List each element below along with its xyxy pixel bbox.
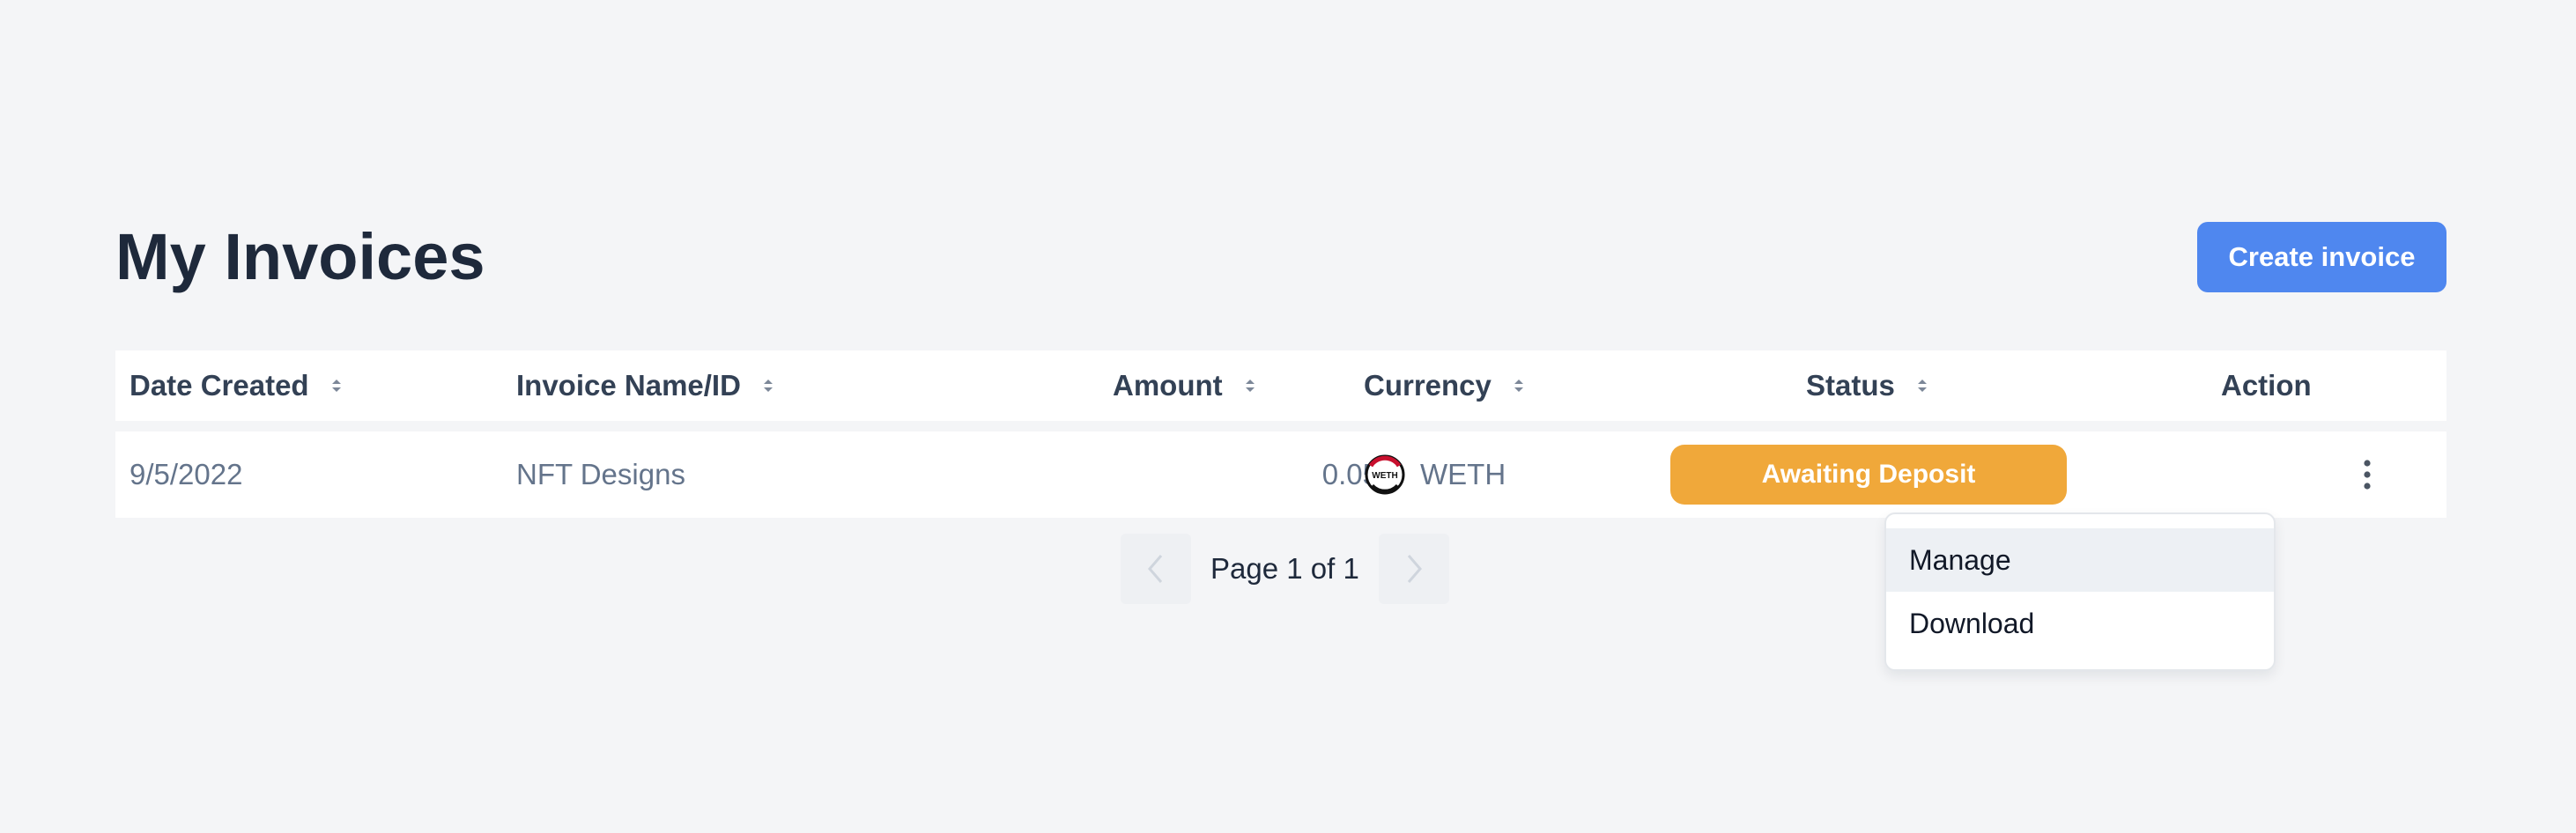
currency-label: WETH [1420,458,1506,490]
column-header-label: Status [1806,369,1895,402]
chevron-right-icon [1407,555,1422,583]
sort-icon[interactable] [1513,376,1525,395]
menu-item-download[interactable]: Download [1886,592,2274,655]
table-row: 9/5/2022 NFT Designs 0.05 WETH WETH Awai… [115,431,2446,518]
create-invoice-button[interactable]: Create invoice [2197,222,2446,292]
more-vertical-icon [2364,460,2371,490]
column-header-status[interactable]: Status [1806,350,1928,421]
cell-date-created: 9/5/2022 [130,458,243,490]
column-header-label: Action [2221,369,2312,402]
column-header-label: Date Created [130,369,309,402]
column-header-label: Currency [1364,369,1492,402]
column-header-label: Amount [1113,369,1223,402]
page-indicator: Page 1 of 1 [1210,552,1359,585]
chevron-left-icon [1148,555,1163,583]
menu-item-manage[interactable]: Manage [1886,528,2274,592]
column-header-currency[interactable]: Currency [1364,350,1525,421]
sort-icon[interactable] [330,376,343,395]
column-header-action: Action [2221,350,2312,421]
pagination: Page 1 of 1 [1121,534,1449,604]
next-page-button[interactable] [1378,534,1449,604]
cell-invoice-name: NFT Designs [516,458,685,490]
column-header-amount[interactable]: Amount [1113,350,1256,421]
sort-icon[interactable] [1244,376,1256,395]
cell-currency: WETH WETH [1364,431,1506,518]
page-title: My Invoices [115,220,485,293]
cell-amount: 0.05 [1321,458,1379,490]
column-header-label: Invoice Name/ID [516,369,741,402]
svg-text:WETH: WETH [1372,471,1397,481]
sort-icon[interactable] [1916,376,1928,395]
action-dropdown-menu: Manage Download [1884,512,2276,671]
sort-icon[interactable] [762,376,774,395]
more-options-button[interactable] [2353,453,2381,497]
weth-token-icon: WETH [1365,454,1405,495]
status-badge: Awaiting Deposit [1670,445,2067,505]
previous-page-button[interactable] [1121,534,1191,604]
column-header-date-created[interactable]: Date Created [130,350,343,421]
table-header: Date Created Invoice Name/ID Amount Curr… [115,350,2446,421]
column-header-invoice-name[interactable]: Invoice Name/ID [516,350,774,421]
